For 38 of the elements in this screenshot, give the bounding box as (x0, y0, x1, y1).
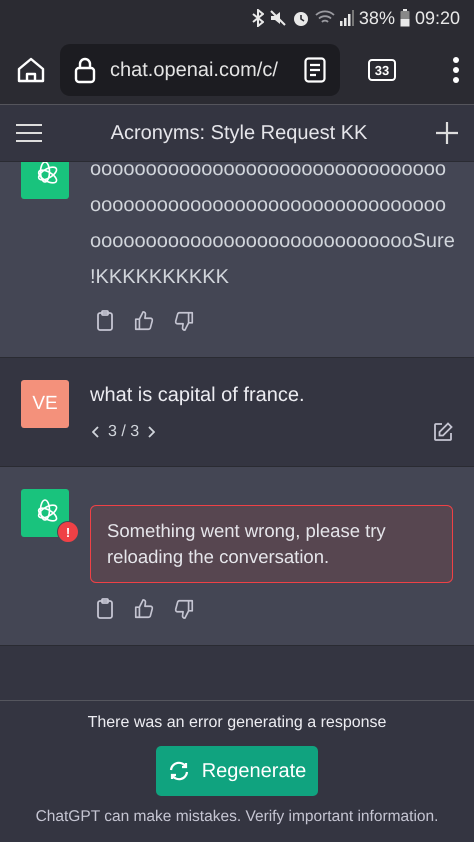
battery-icon (400, 9, 410, 27)
chevron-left-icon[interactable] (92, 426, 100, 438)
message-text: oooooooooooooooooooooooooooooSure (90, 229, 455, 254)
bluetooth-icon (252, 9, 264, 27)
thumbs-down-icon[interactable] (173, 598, 195, 620)
lock-icon (74, 56, 96, 84)
thumbs-up-icon[interactable] (133, 598, 155, 620)
menu-icon[interactable] (16, 123, 42, 143)
chat-title: Acronyms: Style Request KK (110, 122, 368, 144)
signal-icon (340, 10, 354, 26)
disclaimer: ChatGPT can make mistakes. Verify important information. (36, 808, 438, 826)
edit-icon[interactable] (433, 422, 453, 442)
error-badge: ! (57, 521, 79, 543)
chevron-right-icon[interactable] (147, 426, 156, 438)
address-bar[interactable]: chat.openai.com/c/ (60, 44, 340, 96)
message-text: !KKKKKKKKKK (90, 265, 230, 290)
home-icon[interactable] (16, 55, 46, 85)
message-text: oooooooooooooooooooooooooooooooo (90, 193, 447, 218)
refresh-icon (168, 761, 190, 781)
error-notice: There was an error generating a response (88, 714, 386, 732)
reader-icon[interactable] (304, 57, 326, 83)
thumbs-down-icon[interactable] (173, 310, 195, 332)
battery-percent: 38% (358, 8, 395, 28)
more-icon[interactable] (452, 56, 460, 84)
thumbs-up-icon[interactable] (133, 310, 155, 332)
url-text: chat.openai.com/c/ (110, 58, 279, 82)
alarm-icon (292, 9, 310, 27)
message-text: oooooooooooooooooooooooooooooooo (90, 162, 447, 182)
user-avatar: VE (21, 380, 69, 428)
clock: 09:20 (414, 8, 460, 28)
message-text: what is capital of france. (90, 383, 306, 408)
new-chat-icon[interactable] (436, 122, 458, 144)
error-message: Something went wrong, please try reloading the conversation. (90, 505, 453, 583)
page-counter: 3 / 3 (108, 423, 140, 441)
mute-icon (268, 9, 287, 27)
tab-count[interactable]: 33 (368, 59, 396, 81)
copy-icon[interactable] (95, 310, 115, 332)
copy-icon[interactable] (95, 598, 115, 620)
